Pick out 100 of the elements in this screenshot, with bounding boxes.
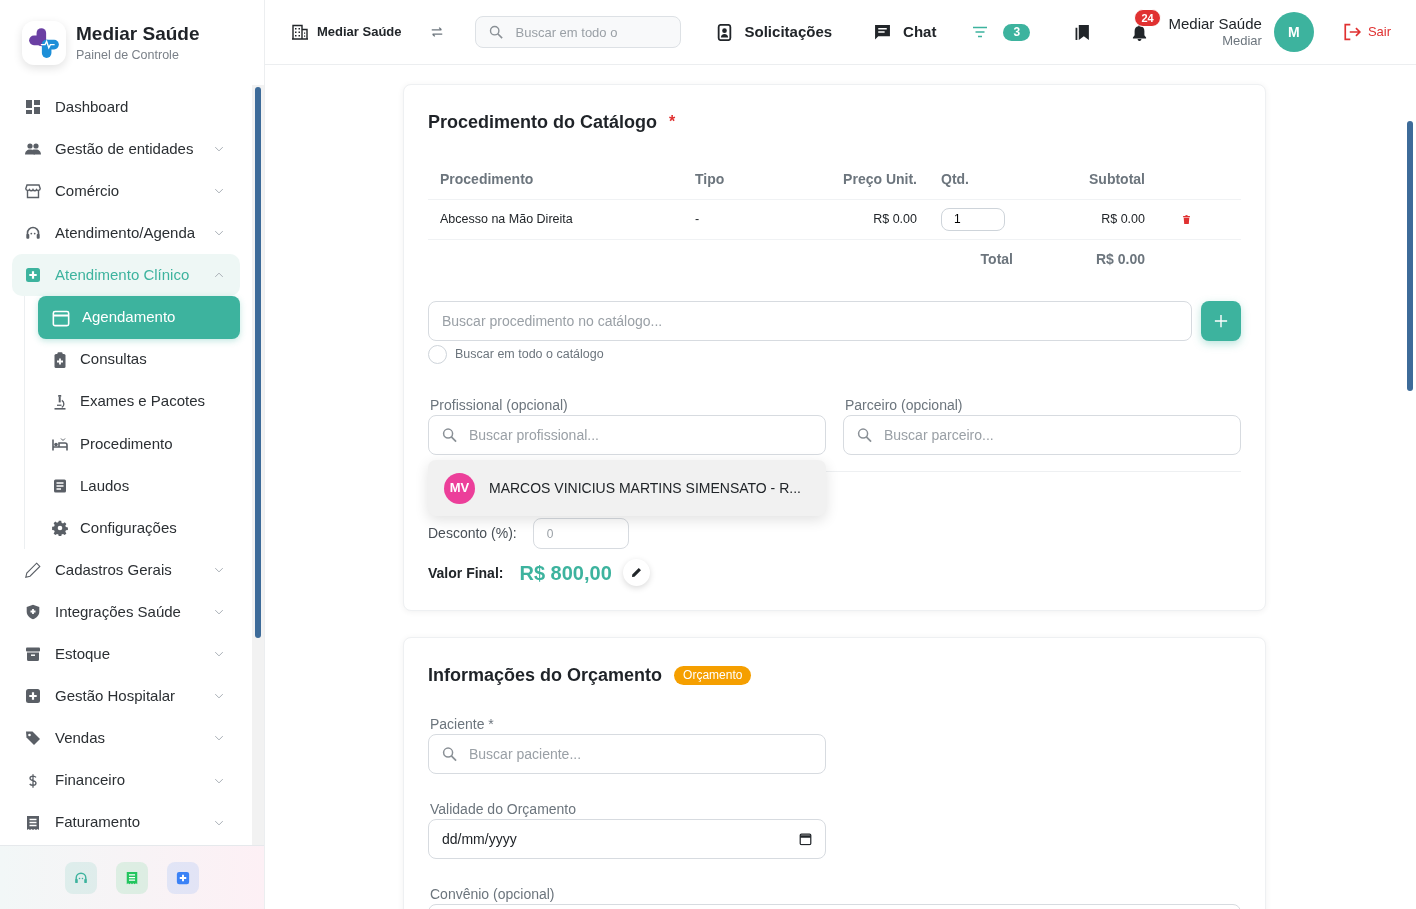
count-badge: 3 bbox=[1003, 23, 1031, 41]
sidebar-item[interactable]: Gestão de entidades bbox=[12, 128, 240, 171]
shortcut-button[interactable] bbox=[65, 861, 97, 894]
column-header: Procedimento bbox=[440, 171, 534, 188]
grid-icon bbox=[25, 99, 41, 116]
sidebar-item[interactable]: Integrações Saúde bbox=[12, 591, 240, 634]
plus-icon bbox=[1214, 314, 1228, 328]
sidebar-item[interactable]: Atendimento/Agenda bbox=[12, 212, 240, 255]
final-value: R$ 800,00 bbox=[519, 560, 612, 585]
headset-icon bbox=[25, 225, 41, 242]
sidebar-item[interactable]: Dashboard bbox=[12, 86, 240, 129]
clipboard-icon bbox=[52, 351, 68, 368]
table-cell: - bbox=[695, 211, 700, 226]
shortcut-button[interactable] bbox=[167, 861, 199, 894]
sidebar-item[interactable]: Estoque bbox=[12, 633, 240, 676]
sidebar-item[interactable]: Financeiro bbox=[12, 759, 240, 802]
nav-link[interactable]: Solicitações bbox=[715, 20, 833, 44]
sidebar-subitem[interactable]: Laudos bbox=[38, 464, 240, 507]
sidebar-item[interactable]: Gestão Hospitalar bbox=[12, 675, 240, 718]
bell-icon[interactable] bbox=[1131, 23, 1149, 41]
sidebar-subitem[interactable]: Configurações bbox=[38, 506, 240, 550]
edit-button[interactable] bbox=[622, 559, 650, 586]
sidebar-item[interactable]: Comércio bbox=[12, 170, 240, 213]
user-name: Mediar Saúde bbox=[1168, 15, 1262, 34]
building-icon bbox=[292, 24, 308, 40]
calendar-icon[interactable] bbox=[799, 832, 812, 846]
receipt-icon bbox=[25, 814, 41, 831]
chat-icon bbox=[874, 23, 892, 41]
sidebar-subitem[interactable]: Procedimento bbox=[38, 422, 240, 465]
gear-icon bbox=[52, 520, 68, 536]
organization-button[interactable]: Mediar Saúde bbox=[292, 22, 402, 42]
sidebar-subitem[interactable]: Exames e Pacotes bbox=[38, 380, 240, 423]
logo-icon bbox=[22, 20, 66, 65]
sidebar-item[interactable]: Cadastros Gerais bbox=[12, 549, 240, 592]
bed-icon bbox=[52, 435, 68, 452]
search-field[interactable]: Buscar paciente... bbox=[428, 734, 826, 774]
column-header: Qtd. bbox=[941, 171, 969, 188]
logout-button[interactable]: Sair bbox=[1342, 22, 1391, 42]
brand-title: Mediar Saúde bbox=[76, 22, 200, 45]
table-cell: R$ 0.00 bbox=[1101, 211, 1145, 226]
search-icon bbox=[857, 427, 872, 443]
pencil-icon bbox=[630, 567, 642, 578]
value-label: Valor Final: bbox=[428, 563, 504, 582]
section-title: Informações do Orçamento bbox=[428, 664, 663, 687]
sidebar-item[interactable]: Faturamento bbox=[12, 801, 240, 844]
table-cell: R$ 0.00 bbox=[873, 211, 917, 226]
total-label: Total bbox=[980, 250, 1013, 267]
column-header: Subtotal bbox=[1089, 171, 1145, 188]
search-icon bbox=[442, 746, 457, 762]
field-label: Profissional (opcional) bbox=[430, 397, 568, 414]
plus-square-icon bbox=[25, 267, 41, 284]
discount-input[interactable]: 0 bbox=[532, 518, 629, 549]
microscope-icon bbox=[52, 393, 68, 410]
checkbox-label: Buscar em todo o catálogo bbox=[455, 346, 604, 364]
search-icon bbox=[488, 25, 503, 39]
archive-icon bbox=[25, 646, 41, 663]
store-icon bbox=[25, 183, 41, 200]
add-button[interactable] bbox=[1201, 301, 1241, 341]
scrollbar-thumb[interactable] bbox=[1407, 121, 1413, 391]
status-badge: Orçamento bbox=[674, 665, 752, 685]
pencil-icon bbox=[25, 562, 41, 579]
notification-badge: 24 bbox=[1134, 9, 1161, 27]
quantity-input[interactable]: 1 bbox=[941, 207, 1005, 231]
tag-icon bbox=[25, 730, 41, 747]
section-title: Procedimento do Catálogo bbox=[428, 111, 658, 134]
search-field[interactable]: Buscar procedimento no catálogo... bbox=[428, 301, 1192, 341]
user-role: Mediar bbox=[1221, 33, 1262, 49]
shortcut-button[interactable] bbox=[116, 861, 148, 894]
search-field[interactable]: Buscar parceiro... bbox=[843, 415, 1241, 455]
shield-icon bbox=[25, 604, 41, 621]
users-icon bbox=[25, 141, 41, 158]
required-mark: * bbox=[669, 112, 676, 132]
search-field[interactable]: Buscar profissional... bbox=[428, 415, 826, 455]
sidebar-subitem[interactable]: Consultas bbox=[38, 338, 240, 381]
field-label: Convênio (opcional) bbox=[430, 886, 555, 903]
suggestion-option[interactable]: MV MARCOS VINICIUS MARTINS SIMENSATO - R... bbox=[428, 460, 826, 516]
brand-subtitle: Painel de Controle bbox=[76, 47, 180, 63]
total-value: R$ 0.00 bbox=[1095, 250, 1145, 267]
plus-square-icon bbox=[25, 688, 41, 705]
filter-icon[interactable] bbox=[972, 24, 989, 40]
field-label: Parceiro (opcional) bbox=[845, 397, 963, 414]
nav-link[interactable]: Chat bbox=[874, 20, 937, 44]
checkbox[interactable] bbox=[428, 345, 447, 364]
field-label: Desconto (%): bbox=[428, 524, 517, 543]
swap-icon[interactable] bbox=[429, 25, 444, 39]
trash-icon[interactable] bbox=[1183, 214, 1190, 224]
document-icon bbox=[52, 477, 68, 494]
date-field[interactable]: dd/mm/yyyy bbox=[428, 819, 826, 859]
search-field[interactable]: Buscar em todo o bbox=[474, 16, 681, 48]
scrollbar-thumb[interactable] bbox=[255, 87, 261, 638]
bookmark-icon[interactable] bbox=[1074, 23, 1092, 41]
table-cell: Abcesso na Mão Direita bbox=[440, 211, 573, 226]
column-header: Preço Unit. bbox=[843, 171, 917, 188]
search-icon bbox=[442, 427, 457, 443]
logout-icon bbox=[1342, 23, 1361, 41]
column-header: Tipo bbox=[695, 171, 725, 188]
id-card-icon bbox=[715, 23, 733, 41]
avatar: MV bbox=[444, 472, 475, 504]
field-label: Paciente * bbox=[430, 716, 494, 733]
sidebar-item[interactable]: Vendas bbox=[12, 717, 240, 760]
